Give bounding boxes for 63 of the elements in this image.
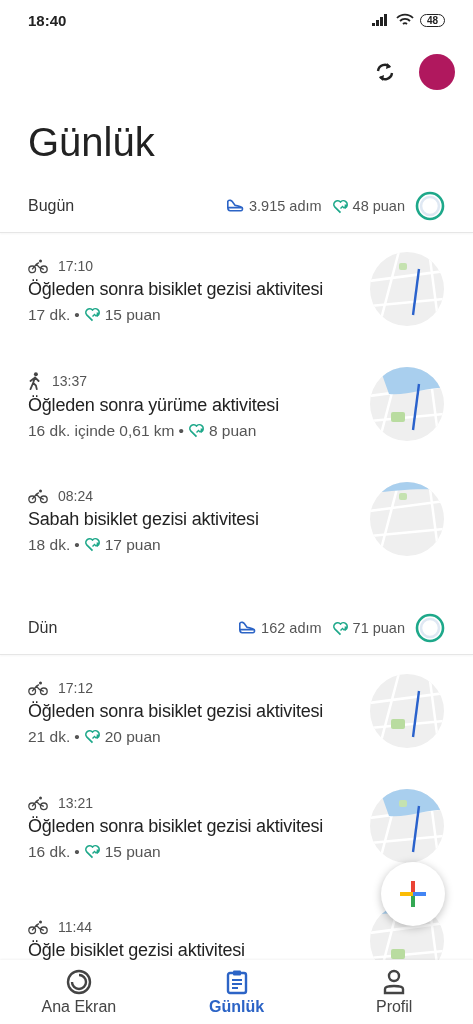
goal-ring-icon — [415, 191, 445, 221]
bicycle-icon — [28, 487, 48, 504]
activity-time: 17:10 — [58, 257, 94, 274]
activity-time: 13:21 — [58, 794, 94, 811]
activity-time: 13:37 — [52, 372, 88, 389]
bicycle-icon — [28, 918, 48, 935]
points-count: 71 puan — [352, 620, 405, 636]
activity-summary: 17 dk. — [28, 305, 71, 324]
activity-title[interactable]: Öğle bisiklet gezisi aktivitesi — [28, 939, 367, 961]
activity-summary: 21 dk. — [28, 727, 71, 746]
activity-points: 8 puan — [208, 421, 257, 440]
status-time: 18:40 — [28, 11, 68, 29]
shoe-icon — [225, 198, 245, 214]
shoe-icon — [237, 620, 258, 636]
goal-ring-icon — [415, 613, 445, 643]
activity-points: 15 puan — [104, 305, 161, 324]
heart-points-icon — [83, 537, 101, 552]
bicycle-icon — [28, 257, 48, 274]
steps-count: 3.915 adım — [249, 198, 322, 214]
wifi-icon — [395, 13, 414, 27]
nav-tab[interactable]: Günlük — [157, 960, 316, 1024]
heart-points-icon — [83, 729, 101, 744]
activity-time: 17:12 — [58, 679, 94, 696]
steps-count: 162 adım — [261, 620, 322, 636]
heart-points-icon — [83, 307, 101, 322]
signal-icon — [371, 14, 390, 26]
heart-points-icon — [187, 423, 205, 438]
add-button[interactable] — [381, 862, 445, 926]
day-label: Dün — [28, 619, 59, 637]
nav-tab[interactable]: Ana Ekran — [0, 960, 158, 1024]
activity-time: 11:44 — [58, 918, 92, 935]
separator-dot: • — [74, 535, 80, 554]
avatar[interactable] — [419, 54, 455, 90]
activity-summary: 16 dk. — [28, 842, 71, 861]
points-count: 48 puan — [352, 198, 405, 214]
activity-title[interactable]: Öğleden sonra yürüme aktivitesi — [28, 394, 367, 416]
activity-title[interactable]: Öğleden sonra bisiklet gezisi aktivitesi — [28, 700, 367, 722]
activity-points: 15 puan — [104, 842, 161, 861]
bicycle-icon — [28, 794, 48, 811]
activity-title[interactable]: Öğleden sonra bisiklet gezisi aktivitesi — [28, 278, 367, 300]
activity-summary: 18 dk. — [28, 535, 71, 554]
activity-time: 08:24 — [58, 487, 94, 504]
separator-dot: • — [178, 421, 184, 440]
walking-person-icon — [28, 371, 42, 390]
ring-icon — [65, 968, 92, 995]
separator-dot: • — [74, 305, 80, 324]
separator-dot: • — [74, 727, 80, 746]
bicycle-icon — [28, 679, 48, 696]
activity-title[interactable]: Sabah bisiklet gezisi aktivitesi — [28, 508, 367, 530]
activity-title[interactable]: Öğleden sonra bisiklet gezisi aktivitesi — [28, 815, 367, 837]
activity-summary: 16 dk. içinde 0,61 km — [28, 421, 175, 440]
day-label: Bugün — [28, 197, 76, 215]
plus-icon — [398, 879, 428, 909]
heart-points-icon — [331, 620, 349, 636]
activity-points: 20 puan — [104, 727, 161, 746]
page-title: Günlük — [28, 120, 156, 166]
heart-points-icon — [331, 198, 349, 214]
activity-points: 17 puan — [104, 535, 161, 554]
nav-tab[interactable]: Profil — [315, 960, 473, 1024]
heart-points-icon — [83, 844, 101, 859]
clipboard-icon — [224, 968, 249, 995]
person-icon — [382, 968, 407, 995]
separator-dot: • — [74, 842, 80, 861]
